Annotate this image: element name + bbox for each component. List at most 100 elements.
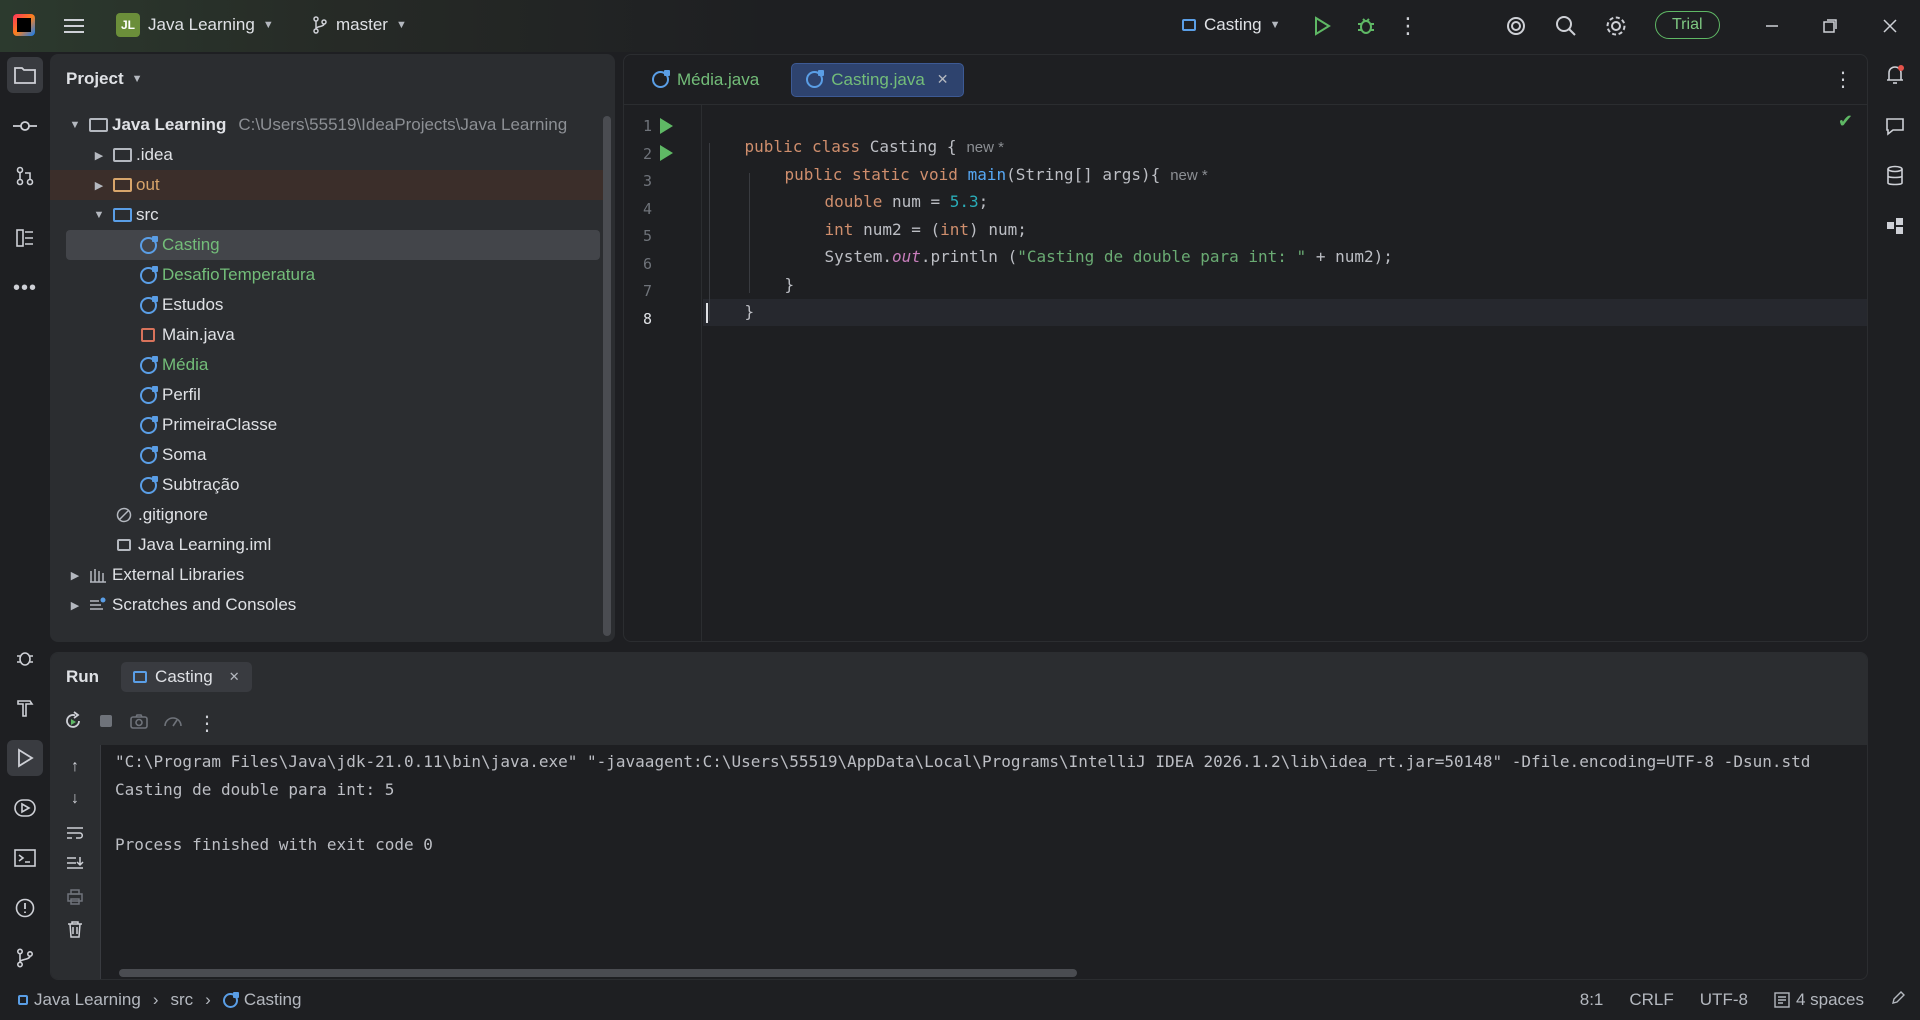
search-icon[interactable] [1548, 8, 1584, 44]
chevron-right-icon[interactable]: ▶ [66, 569, 84, 582]
tree-row-root[interactable]: ▼ Java Learning C:\Users\55519\IdeaProje… [50, 110, 605, 140]
rerun-icon[interactable] [63, 710, 83, 736]
tree-row-perfil[interactable]: Perfil [50, 380, 605, 410]
tab-label: Casting.java [831, 69, 925, 89]
arrow-down-icon[interactable]: ↓ [63, 787, 87, 811]
run-toolbar: ⋮ [51, 701, 1867, 745]
ai-assistant-icon[interactable] [1498, 8, 1534, 44]
ai-chat-icon [1886, 118, 1904, 136]
trash-icon[interactable] [63, 917, 87, 941]
commit-icon [13, 121, 37, 131]
tree-row-desafiotemperatura[interactable]: DesafioTemperatura [50, 260, 605, 290]
tabs-more-icon[interactable]: ⋮ [1833, 67, 1853, 92]
close-icon[interactable]: ✕ [229, 669, 240, 685]
readonly-toggle-icon[interactable] [1890, 990, 1906, 1011]
run-tool-button[interactable] [7, 740, 43, 776]
tree-row-iml[interactable]: Java Learning.iml [50, 530, 605, 560]
debug-button[interactable] [1348, 8, 1384, 44]
git-tool-button[interactable] [7, 940, 43, 976]
debug-tool-button[interactable] [7, 640, 43, 676]
tree-row-subtracao[interactable]: Subtração [50, 470, 605, 500]
breadcrumb-item[interactable]: Java Learning [34, 990, 141, 1010]
pull-requests-tool-button[interactable] [7, 158, 43, 194]
tree-row-external-libraries[interactable]: ▶ External Libraries [50, 560, 605, 590]
console-line[interactable]: Casting de double para int: 5 [115, 780, 394, 799]
tree-row-out[interactable]: ▶ out [50, 170, 605, 200]
console-line[interactable]: Process finished with exit code 0 [115, 835, 433, 854]
chevron-down-icon[interactable]: ▼ [90, 209, 108, 221]
java-class-icon [138, 445, 158, 464]
more-tools-button[interactable]: ••• [7, 270, 43, 306]
more-icon[interactable]: ⋮ [197, 711, 217, 736]
profiler-icon[interactable] [163, 712, 183, 735]
camera-icon[interactable] [129, 712, 149, 735]
run-tab-casting[interactable]: Casting ✕ [121, 662, 252, 692]
project-tool-button[interactable] [7, 57, 43, 93]
run-button[interactable] [1304, 8, 1340, 44]
project-scrollbar[interactable] [603, 116, 611, 636]
console-side-toolbar: ↑ ↓ [51, 745, 101, 979]
code-line-5[interactable]: System.out.println ("Casting de double p… [706, 228, 1393, 285]
close-window-button[interactable] [1872, 8, 1908, 44]
restore-button[interactable] [1812, 8, 1848, 44]
tree-label: .idea [136, 145, 173, 164]
line-ending[interactable]: CRLF [1629, 990, 1673, 1010]
tab-casting-java[interactable]: Casting.java ✕ [791, 62, 964, 97]
console-horizontal-scrollbar[interactable] [119, 969, 1077, 977]
tree-row-soma[interactable]: Soma [50, 440, 605, 470]
print-icon[interactable] [63, 885, 87, 909]
tree-row-media[interactable]: Média [50, 350, 605, 380]
no-problems-check-icon[interactable]: ✔ [1838, 111, 1853, 132]
branch-switcher[interactable]: master ▼ [312, 15, 407, 35]
build-tool-button[interactable] [7, 690, 43, 726]
tree-row-scratches[interactable]: ▶ Scratches and Consoles [50, 590, 605, 620]
project-switcher[interactable]: JL Java Learning ▼ [116, 13, 274, 37]
ai-chat-button[interactable] [1877, 108, 1913, 144]
stop-icon[interactable] [97, 712, 115, 735]
scroll-to-end-icon[interactable] [63, 851, 87, 875]
chevron-right-icon: › [152, 990, 159, 1009]
run-gutter-icon[interactable] [660, 118, 673, 134]
app-logo-icon[interactable] [13, 14, 35, 36]
run-config-selector[interactable]: Casting ▼ [1182, 15, 1281, 35]
run-gutter-icon[interactable] [660, 145, 673, 161]
main-menu-button[interactable] [56, 8, 92, 44]
breadcrumb-item[interactable]: Casting [244, 990, 302, 1010]
notifications-button[interactable] [1877, 57, 1913, 93]
commit-tool-button[interactable] [7, 108, 43, 144]
database-button[interactable] [1877, 158, 1913, 194]
tree-row-src[interactable]: ▼ src [50, 200, 605, 230]
trial-button[interactable]: Trial [1655, 11, 1720, 39]
chevron-right-icon[interactable]: ▶ [90, 179, 108, 192]
gear-icon[interactable] [1598, 8, 1634, 44]
chevron-right-icon[interactable]: ▶ [90, 149, 108, 162]
line-number: 2 [642, 145, 652, 163]
minimize-button[interactable] [1754, 8, 1790, 44]
soft-wrap-icon[interactable] [63, 821, 87, 845]
code-line-7[interactable]: } [706, 283, 755, 340]
file-encoding[interactable]: UTF-8 [1700, 990, 1748, 1010]
tree-row-casting[interactable]: Casting [66, 230, 600, 260]
cursor-position[interactable]: 8:1 [1580, 990, 1604, 1010]
structure-tool-button[interactable] [7, 220, 43, 256]
line-number: 3 [642, 172, 652, 190]
tree-row-gitignore[interactable]: .gitignore [50, 500, 605, 530]
chevron-down-icon[interactable]: ▼ [66, 119, 84, 131]
indent-setting[interactable]: 4 spaces [1774, 990, 1864, 1010]
problems-tool-button[interactable] [7, 890, 43, 926]
project-panel-header[interactable]: Project ▼ [50, 54, 615, 104]
tab-media-java[interactable]: Média.java [638, 63, 773, 97]
console-line[interactable]: "C:\Program Files\Java\jdk-21.0.11\bin\j… [115, 752, 1865, 771]
tree-row-idea[interactable]: ▶ .idea [50, 140, 605, 170]
more-actions-button[interactable]: ⋮ [1390, 8, 1426, 44]
terminal-tool-button[interactable] [7, 840, 43, 876]
close-icon[interactable]: ✕ [937, 71, 949, 88]
tree-row-main[interactable]: Main.java [50, 320, 605, 350]
tree-row-primeiraclasse[interactable]: PrimeiraClasse [50, 410, 605, 440]
arrow-up-icon[interactable]: ↑ [63, 755, 87, 779]
tree-row-estudos[interactable]: Estudos [50, 290, 605, 320]
services-tool-button[interactable] [7, 790, 43, 826]
breadcrumb-item[interactable]: src [170, 990, 193, 1010]
chevron-right-icon[interactable]: ▶ [66, 599, 84, 612]
plugins-button[interactable] [1877, 208, 1913, 244]
